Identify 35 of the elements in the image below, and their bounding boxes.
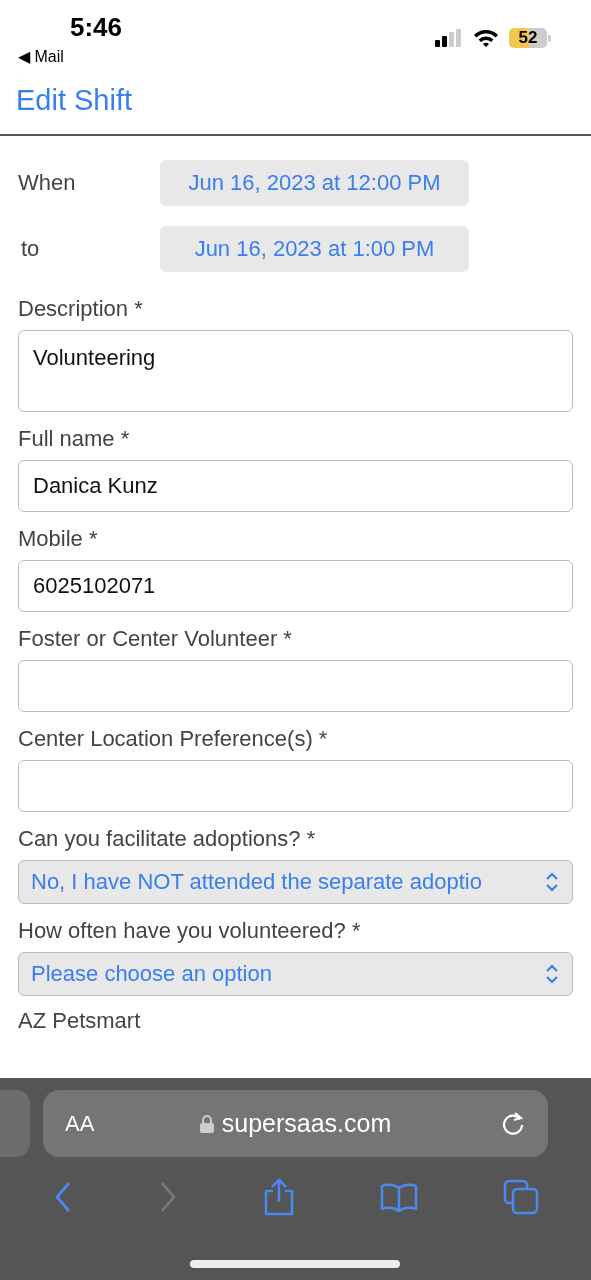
clock: 5:46 xyxy=(70,12,123,43)
field-label: Foster or Center Volunteer * xyxy=(18,626,293,652)
address-bar[interactable]: AA supersaas.com xyxy=(43,1090,548,1157)
select-field[interactable]: No, I have NOT attended the separate adoptio xyxy=(18,860,573,904)
input-field[interactable]: 6025102071 xyxy=(18,560,573,612)
input-field[interactable]: Danica Kunz xyxy=(18,460,573,512)
url-text: supersaas.com xyxy=(221,1109,392,1138)
back-to-app-link[interactable]: ◀ Mail xyxy=(18,47,64,66)
wifi-icon xyxy=(473,28,499,48)
lock-icon xyxy=(199,1114,214,1133)
battery-icon: 52 xyxy=(509,28,547,48)
field-label: When xyxy=(18,170,77,196)
chevron-icon xyxy=(544,871,560,893)
book-icon[interactable] xyxy=(379,1182,418,1212)
date-picker[interactable]: Jun 16, 2023 at 12:00 PM xyxy=(160,160,469,206)
select-field[interactable]: Please choose an option xyxy=(18,952,573,996)
section-label: AZ Petsmart xyxy=(18,1008,142,1034)
chevron-icon xyxy=(544,963,560,985)
text-size-button[interactable]: AA xyxy=(65,1110,95,1137)
page-title: Edit Shift xyxy=(16,84,133,117)
tabs-icon[interactable] xyxy=(502,1179,539,1215)
share-icon[interactable] xyxy=(262,1178,295,1216)
field-label: Description * xyxy=(18,296,144,322)
input-field[interactable] xyxy=(18,660,573,712)
date-picker[interactable]: Jun 16, 2023 at 1:00 PM xyxy=(160,226,469,272)
signal-icon xyxy=(435,29,463,47)
field-label: Mobile * xyxy=(18,526,99,552)
field-label: to xyxy=(20,236,41,262)
text-area[interactable]: Volunteering xyxy=(18,330,573,412)
reload-icon[interactable] xyxy=(500,1109,526,1138)
field-label: Center Location Preference(s) * xyxy=(18,726,329,752)
field-label: Full name * xyxy=(18,426,131,452)
field-label: Can you facilitate adoptions? * xyxy=(18,826,317,852)
input-field[interactable] xyxy=(18,760,573,812)
field-label: How often have you volunteered? * xyxy=(18,918,362,944)
